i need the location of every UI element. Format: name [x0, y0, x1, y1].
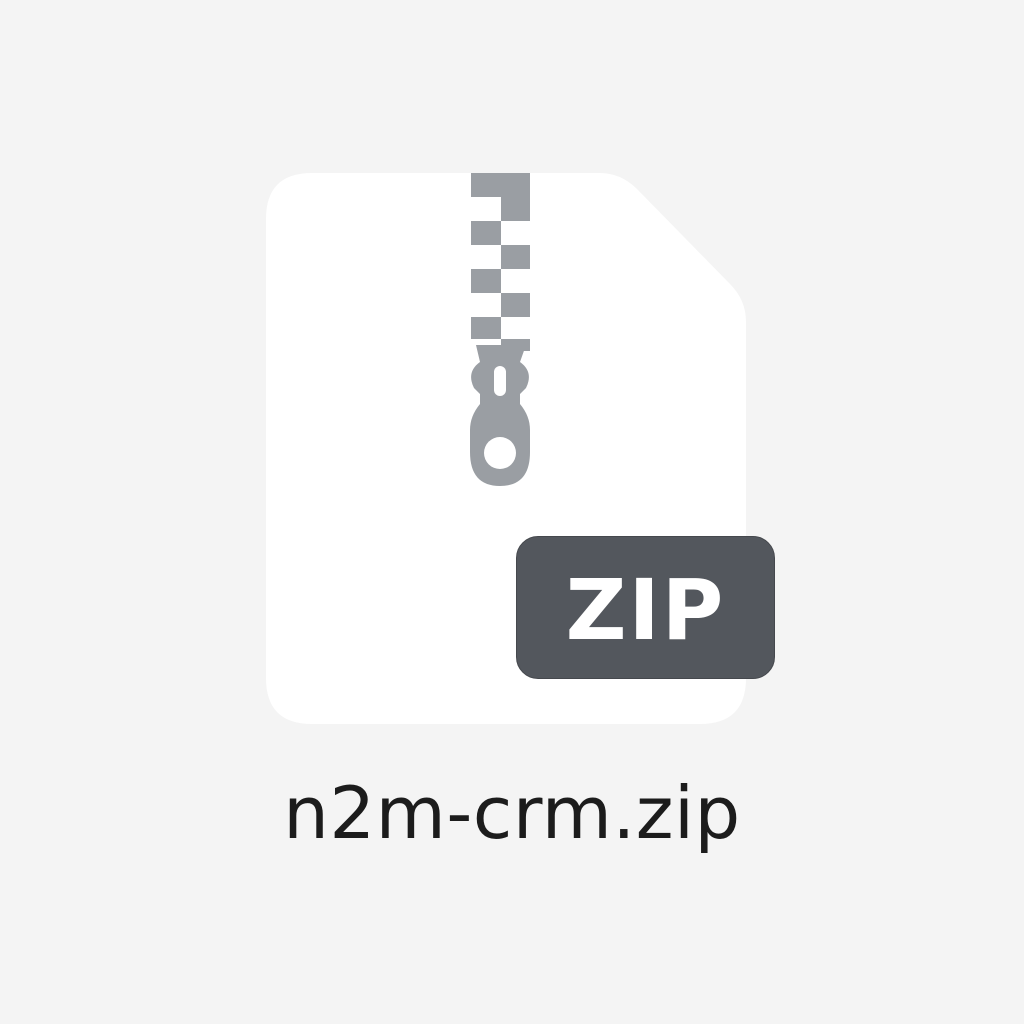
desktop-canvas: ZIP n2m-crm.zip: [0, 0, 1024, 1024]
zip-archive-icon: [266, 173, 746, 724]
zip-file-icon[interactable]: ZIP: [0, 0, 1024, 1024]
file-type-label: ZIP: [565, 560, 726, 659]
zipper-pull-icon: [470, 345, 530, 486]
file-type-badge: ZIP: [516, 536, 775, 679]
file-name-label[interactable]: n2m-crm.zip: [0, 770, 1024, 856]
